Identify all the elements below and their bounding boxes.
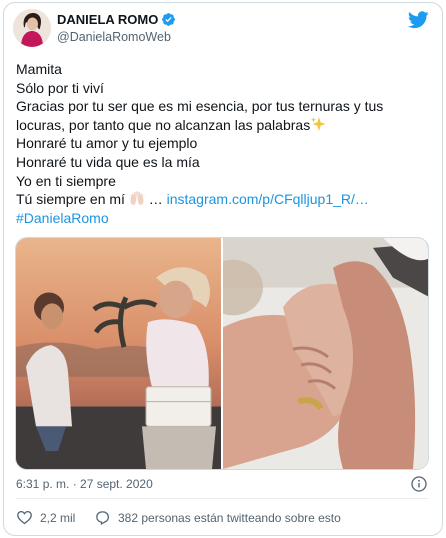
raised-hands-emoji-icon [129, 191, 145, 206]
tweet-line: Yo en ti siempre [16, 172, 116, 189]
speech-bubble-icon [96, 511, 109, 525]
tweet-line: Honraré tu vida que es la mía [16, 153, 200, 170]
heart-icon [17, 510, 32, 525]
tweet-text: Mamita Sólo por ti viví Gracias por tu s… [16, 60, 426, 227]
ellipsis: … [148, 191, 163, 208]
verified-badge-icon [162, 13, 176, 26]
tweet-line: Tú siempre en mí [16, 191, 125, 208]
photo-holding-hands[interactable] [223, 238, 429, 469]
avatar[interactable] [13, 9, 51, 47]
twitter-bird-icon[interactable] [408, 11, 429, 29]
like-button[interactable]: 2,2 mil [16, 509, 75, 526]
like-count: 2,2 mil [40, 510, 76, 525]
user-handle[interactable]: @DanielaRomoWeb [57, 30, 171, 44]
hashtag-link[interactable]: #DanielaRomo [16, 209, 426, 228]
tweet-line-with-link: Tú siempre en mí … instagram.com/p/CFqll… [16, 190, 426, 209]
sparkles-emoji-icon [311, 116, 326, 131]
instagram-link[interactable]: instagram.com/p/CFqlljup1_R/… [167, 191, 369, 207]
media-grid[interactable] [15, 237, 429, 470]
tweet-line: Mamita [16, 61, 62, 77]
conversation-text: 382 personas están twitteando sobre esto [118, 510, 341, 525]
info-icon[interactable] [411, 476, 427, 492]
tweet-line: Sólo por ti viví [16, 79, 104, 96]
divider [16, 498, 428, 499]
tweet-timestamp[interactable]: 6:31 p. m. · 27 sept. 2020 [16, 477, 153, 491]
tweet-line-with-emoji: locuras, por tanto que no alcanzan las p… [16, 116, 426, 135]
display-name[interactable]: DANIELA ROMO [57, 12, 158, 27]
photo-mother-and-daughter[interactable] [16, 238, 221, 469]
tweet-line: Gracias por tu ser que es mi esencia, po… [16, 98, 384, 115]
conversation-button[interactable]: 382 personas están twitteando sobre esto [94, 509, 341, 526]
tweet-line: locuras, por tanto que no alcanzan las p… [16, 116, 311, 133]
tweet-line: Honraré tu amor y tu ejemplo [16, 135, 198, 152]
